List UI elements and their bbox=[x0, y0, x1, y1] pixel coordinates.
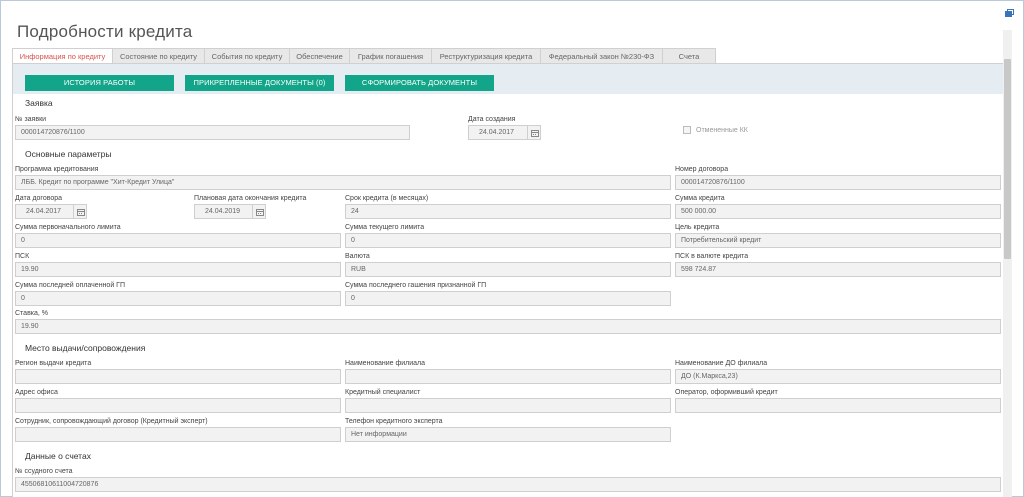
psk-currency-label: ПСК в валюте кредита bbox=[675, 253, 749, 260]
tab-credit-events[interactable]: События по кредиту bbox=[205, 48, 290, 64]
office-address-field[interactable] bbox=[15, 398, 341, 413]
purpose-field[interactable]: Потребительский кредит bbox=[675, 233, 1001, 248]
do-branch-label: Наименование ДО филиала bbox=[675, 360, 768, 367]
tab-content-panel: ИСТОРИЯ РАБОТЫ ПРИКРЕПЛЕННЫЕ ДОКУМЕНТЫ (… bbox=[12, 63, 1012, 497]
current-limit-field[interactable]: 0 bbox=[345, 233, 671, 248]
program-label: Программа кредитования bbox=[15, 166, 99, 173]
page-title: Подробности кредита bbox=[17, 22, 193, 41]
created-date-label: Дата создания bbox=[468, 116, 516, 123]
restore-window-icon[interactable] bbox=[1005, 9, 1014, 17]
tab-credit-state[interactable]: Состояние по кредиту bbox=[113, 48, 205, 64]
region-label: Регион выдачи кредита bbox=[15, 360, 92, 367]
operator-label: Оператор, оформивший кредит bbox=[675, 389, 778, 396]
loan-account-label: № ссудного счета bbox=[15, 468, 73, 475]
section-main-params-title: Основные параметры bbox=[25, 149, 112, 159]
calendar-icon[interactable] bbox=[73, 204, 87, 219]
last-paid-gp-field[interactable]: 0 bbox=[15, 291, 341, 306]
office-address-label: Адрес офиса bbox=[15, 389, 58, 396]
calendar-icon[interactable] bbox=[252, 204, 266, 219]
employee-label: Сотрудник, сопровождающий договор (Креди… bbox=[15, 418, 208, 425]
tab-collateral[interactable]: Обеспечение bbox=[290, 48, 350, 64]
generate-documents-button[interactable]: СФОРМИРОВАТЬ ДОКУМЕНТЫ bbox=[345, 75, 494, 91]
region-field[interactable] bbox=[15, 369, 341, 384]
tab-bar: Информация по кредиту Состояние по креди… bbox=[12, 48, 716, 64]
tab-federal-law-230[interactable]: Федеральный закон №230-ФЗ bbox=[541, 48, 663, 64]
amount-label: Сумма кредита bbox=[675, 195, 725, 202]
currency-field[interactable]: RUB bbox=[345, 262, 671, 277]
created-date-field[interactable]: 24.04.2017 bbox=[468, 125, 528, 140]
tab-restructuring[interactable]: Реструктуризация кредита bbox=[432, 48, 541, 64]
contract-date-field[interactable]: 24.04.2017 bbox=[15, 204, 74, 219]
credit-specialist-label: Кредитный специалист bbox=[345, 389, 421, 396]
section-place-title: Место выдачи/сопровождения bbox=[25, 343, 146, 353]
term-label: Срок кредита (в месяцах) bbox=[345, 195, 429, 202]
section-application-title: Заявка bbox=[25, 98, 53, 108]
tab-accounts[interactable]: Счета bbox=[663, 48, 716, 64]
vertical-scrollbar[interactable] bbox=[1003, 30, 1012, 497]
contract-number-field[interactable]: 000014720876/1100 bbox=[675, 175, 1001, 190]
application-number-label: № заявки bbox=[15, 116, 47, 123]
initial-limit-label: Сумма первоначального лимита bbox=[15, 224, 121, 231]
work-history-button[interactable]: ИСТОРИЯ РАБОТЫ bbox=[25, 75, 174, 91]
initial-limit-field[interactable]: 0 bbox=[15, 233, 341, 248]
branch-field[interactable] bbox=[345, 369, 671, 384]
current-limit-label: Сумма текущего лимита bbox=[345, 224, 425, 231]
scrollbar-thumb[interactable] bbox=[1004, 59, 1011, 259]
calendar-icon[interactable] bbox=[527, 125, 541, 140]
planned-end-field[interactable]: 24.04.2019 bbox=[194, 204, 253, 219]
cancelled-kk-checkbox-group[interactable]: Отмененные КК bbox=[683, 126, 748, 134]
expert-phone-label: Телефон кредитного эксперта bbox=[345, 418, 443, 425]
rate-label: Ставка, % bbox=[15, 310, 49, 317]
credit-specialist-field[interactable] bbox=[345, 398, 671, 413]
contract-date-label: Дата договора bbox=[15, 195, 63, 202]
do-branch-field[interactable]: ДО (К.Маркса,23) bbox=[675, 369, 1001, 384]
cancelled-kk-label: Отмененные КК bbox=[696, 126, 748, 134]
planned-end-label: Плановая дата окончания кредита bbox=[194, 195, 307, 202]
currency-label: Валюта bbox=[345, 253, 370, 260]
tab-credit-info[interactable]: Информация по кредиту bbox=[12, 48, 113, 64]
psk-currency-field[interactable]: 598 724.87 bbox=[675, 262, 1001, 277]
term-field[interactable]: 24 bbox=[345, 204, 671, 219]
expert-phone-field[interactable]: Нет информации bbox=[345, 427, 671, 442]
last-repaid-gp-field[interactable]: 0 bbox=[345, 291, 671, 306]
attached-documents-button[interactable]: ПРИКРЕПЛЕННЫЕ ДОКУМЕНТЫ (0) bbox=[185, 75, 334, 91]
last-paid-gp-label: Сумма последней оплаченной ГП bbox=[15, 282, 125, 289]
program-field[interactable]: ЛББ. Кредит по программе "Хит-Кредит Ули… bbox=[15, 175, 671, 190]
psk-field[interactable]: 19.90 bbox=[15, 262, 341, 277]
application-number-field[interactable]: 000014720876/1100 bbox=[15, 125, 410, 140]
section-accounts-title: Данные о счетах bbox=[25, 451, 91, 461]
employee-field[interactable] bbox=[15, 427, 341, 442]
loan-account-field[interactable]: 45506810611004720876 bbox=[15, 477, 1001, 492]
contract-number-label: Номер договора bbox=[675, 166, 729, 173]
purpose-label: Цель кредита bbox=[675, 224, 720, 231]
psk-label: ПСК bbox=[15, 253, 30, 260]
amount-field[interactable]: 500 000.00 bbox=[675, 204, 1001, 219]
operator-field[interactable] bbox=[675, 398, 1001, 413]
branch-label: Наименование филиала bbox=[345, 360, 426, 367]
rate-field[interactable]: 19.90 bbox=[15, 319, 1001, 334]
tab-repayment-schedule[interactable]: График погашения bbox=[350, 48, 432, 64]
last-repaid-gp-label: Сумма последнего гашения признанной ГП bbox=[345, 282, 487, 289]
cancelled-kk-checkbox[interactable] bbox=[683, 126, 691, 134]
